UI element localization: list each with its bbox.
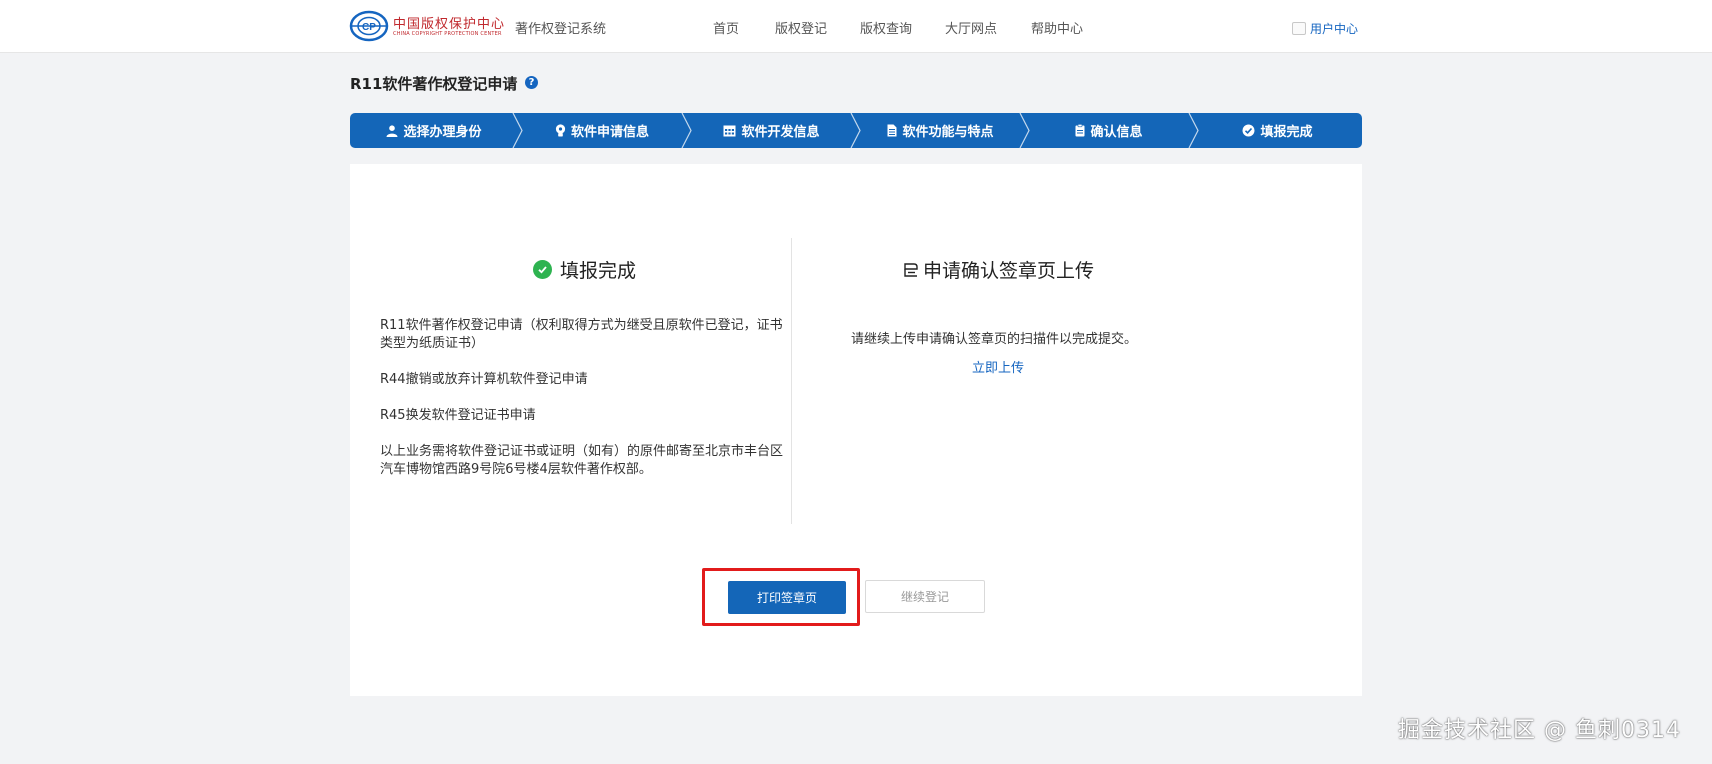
step-software-development-info: 软件开发信息 — [687, 113, 856, 148]
business-item-r11: R11软件著作权登记申请（权利取得方式为继受且原软件已登记，证书类型为纸质证书） — [380, 318, 783, 351]
help-question-icon[interactable]: ? — [525, 76, 538, 89]
lightbulb-icon — [555, 124, 566, 137]
site-logo[interactable]: CP 中国版权保护中心 CHINA COPYRIGHT PROTECTION C… — [349, 9, 504, 43]
step-confirm-info: 确认信息 — [1025, 113, 1193, 148]
watermark-text: 掘金技术社区 @ 鱼刺0314 — [1398, 718, 1681, 743]
svg-text:CP: CP — [362, 22, 376, 33]
person-icon — [386, 124, 398, 137]
document-icon — [887, 124, 897, 137]
nav-copyright-registration[interactable]: 版权登记 — [775, 18, 827, 37]
clipboard-icon — [1075, 124, 1085, 137]
step-select-identity: 选择办理身份 — [350, 113, 518, 148]
page-title: R11软件著作权登记申请 — [350, 75, 518, 93]
upload-now-link[interactable]: 立即上传 — [972, 357, 1024, 376]
left-title: 填报完成 — [533, 256, 636, 283]
nav-help-center[interactable]: 帮助中心 — [1031, 18, 1083, 37]
logo-chinese-text: 中国版权保护中心 — [393, 17, 506, 32]
step-label: 软件功能与特点 — [902, 125, 994, 140]
check-circle-icon — [1242, 124, 1255, 137]
logo-english-text: CHINA COPYRIGHT PROTECTION CENTER — [393, 31, 502, 37]
user-avatar-broken-image-icon — [1292, 22, 1306, 35]
step-label: 选择办理身份 — [403, 125, 482, 140]
step-label: 确认信息 — [1090, 125, 1143, 140]
business-item-r44: R44撤销或放弃计算机软件登记申请 — [380, 372, 588, 387]
right-title-text: 申请确认签章页上传 — [923, 260, 1095, 282]
continue-registration-button[interactable]: 继续登记 — [865, 580, 985, 613]
user-center[interactable]: 用户中心 — [1292, 20, 1358, 37]
system-name: 著作权登记系统 — [515, 22, 607, 37]
step-label: 填报完成 — [1260, 125, 1313, 140]
nav-home[interactable]: 首页 — [713, 18, 739, 37]
mailing-instructions: 以上业务需将软件登记证书或证明（如有）的原件邮寄至北京市丰台区汽车博物馆西路9号… — [380, 444, 784, 477]
upload-instructions: 请继续上传申请确认签章页的扫描件以完成提交。 — [851, 332, 1138, 347]
progress-steps: 选择办理身份 软件申请信息 软件开发信息 软件功能与特点 确认信息 填报完成 — [350, 113, 1362, 148]
right-title: 申请确认签章页上传 — [903, 256, 1094, 283]
top-header: CP 中国版权保护中心 CHINA COPYRIGHT PROTECTION C… — [0, 0, 1712, 53]
nav-service-halls[interactable]: 大厅网点 — [945, 18, 997, 37]
step-label: 软件开发信息 — [741, 125, 820, 140]
column-divider — [791, 238, 792, 524]
step-label: 软件申请信息 — [570, 125, 649, 140]
step-submission-complete: 填报完成 — [1193, 113, 1362, 148]
step-software-application-info: 软件申请信息 — [518, 113, 686, 148]
paper-upload-icon — [903, 261, 919, 279]
success-check-icon — [533, 260, 552, 279]
left-title-text: 填报完成 — [560, 260, 637, 282]
business-item-r45: R45换发软件登记证书申请 — [380, 408, 536, 423]
cpc-logo-icon: CP — [349, 10, 389, 42]
calendar-icon — [723, 125, 736, 137]
step-software-features: 软件功能与特点 — [856, 113, 1025, 148]
nav-copyright-query[interactable]: 版权查询 — [860, 18, 912, 37]
print-signature-page-button[interactable]: 打印签章页 — [728, 581, 846, 614]
user-center-link[interactable]: 用户中心 — [1310, 20, 1358, 37]
